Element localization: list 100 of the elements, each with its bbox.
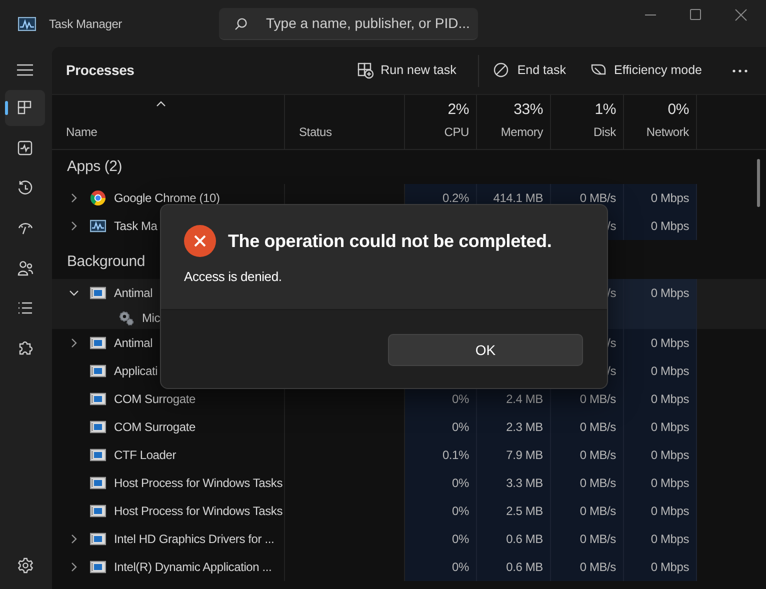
column-header[interactable]: Name <box>66 123 277 141</box>
app-window-icon <box>90 447 106 463</box>
dialog-title: The operation could not be completed. <box>228 230 552 253</box>
process-name: Mic <box>142 310 160 327</box>
window-title: Task Manager <box>49 16 123 32</box>
error-icon <box>184 225 216 257</box>
table-cell: 3.3 MB <box>477 469 551 497</box>
column-header[interactable]: Status <box>299 123 397 141</box>
column-percent: 2% <box>448 102 469 118</box>
app-window-icon <box>90 475 106 491</box>
menu-icon <box>17 64 33 76</box>
toolbar-button[interactable]: Efficiency mode <box>582 57 710 84</box>
table-cell: 0% <box>405 469 477 497</box>
puzzle-icon <box>16 340 34 356</box>
process-name: Task Ma <box>114 218 158 235</box>
search-field[interactable]: Type a name, publisher, or PID... <box>219 8 478 40</box>
app-window-icon <box>90 531 106 547</box>
table-cell: 0 MB/s <box>551 413 624 441</box>
table-cell: 0 Mbps <box>624 385 697 413</box>
section-title: Apps (2) <box>67 156 122 177</box>
column-percent: 33% <box>514 102 543 118</box>
table-cell: 0 Mbps <box>624 525 697 553</box>
process-name: CTF Loader <box>114 447 176 464</box>
table-cell: 0 Mbps <box>624 279 697 307</box>
browser-icon <box>90 190 106 206</box>
app-icon <box>18 16 36 30</box>
table-cell: 0 Mbps <box>624 357 697 385</box>
users-icon <box>16 260 34 276</box>
table-cell: 0 Mbps <box>624 184 697 212</box>
column-percent: 1% <box>594 102 616 118</box>
column-header[interactable]: CPU <box>444 123 469 141</box>
table-cell: 0.6 MB <box>477 553 551 581</box>
column-percent: 0% <box>668 102 689 118</box>
run-task-icon <box>356 62 374 79</box>
process-name: COM Surrogate <box>114 391 196 408</box>
sort-caret-icon <box>156 101 166 107</box>
app-window-icon <box>90 335 106 351</box>
maximize-icon <box>690 9 701 20</box>
chart-window-icon <box>90 218 106 234</box>
app-window-icon <box>90 285 106 301</box>
table-cell: 0 MB/s <box>551 553 624 581</box>
chevron-right-icon[interactable] <box>71 534 77 544</box>
details-list-icon <box>16 300 34 316</box>
minimize-icon <box>645 14 656 16</box>
table-cell: 2.3 MB <box>477 413 551 441</box>
table-cell: 0 Mbps <box>624 441 697 469</box>
chevron-down-icon[interactable] <box>69 290 79 296</box>
scrollbar[interactable] <box>757 159 760 207</box>
table-cell: 0.1% <box>405 441 477 469</box>
processes-icon <box>16 100 34 116</box>
chevron-right-icon[interactable] <box>71 193 77 203</box>
dialog-message: Access is denied. <box>184 268 283 286</box>
chevron-right-icon[interactable] <box>71 221 77 231</box>
table-cell: 0 MB/s <box>551 497 624 525</box>
history-icon <box>16 180 34 196</box>
process-name: Antimal <box>114 335 153 352</box>
more-icon <box>732 68 748 72</box>
process-name: Google Chrome (10) <box>114 190 220 207</box>
pulse-chart-icon <box>16 140 34 156</box>
process-name: Applicati <box>114 363 158 380</box>
process-name: Intel(R) Dynamic Application ... <box>114 559 272 576</box>
table-cell: 2.5 MB <box>477 497 551 525</box>
sidebar-item[interactable] <box>5 90 45 126</box>
table-cell: 0% <box>405 497 477 525</box>
table-cell: 0 MB/s <box>551 525 624 553</box>
process-name: Host Process for Windows Tasks <box>114 503 282 520</box>
toolbar-button[interactable]: Run new task <box>348 57 464 84</box>
chevron-right-icon[interactable] <box>71 338 77 348</box>
table-cell: 0 Mbps <box>624 553 697 581</box>
app-window-icon <box>90 503 106 519</box>
app-window-icon <box>90 363 106 379</box>
table-cell: 0 Mbps <box>624 413 697 441</box>
table-cell: 7.9 MB <box>477 441 551 469</box>
section-title: Background <box>67 252 146 272</box>
app-window-icon <box>90 419 106 435</box>
page-title: Processes <box>66 61 134 80</box>
table-cell: 0 MB/s <box>551 385 624 413</box>
settings-icon <box>16 556 34 574</box>
column-header[interactable]: Network <box>646 123 689 141</box>
table-cell: 0 MB/s <box>551 441 624 469</box>
table-cell: 0 Mbps <box>624 329 697 357</box>
chevron-right-icon[interactable] <box>71 562 77 572</box>
process-name: Intel HD Graphics Drivers for ... <box>114 531 274 548</box>
ok-button[interactable]: OK <box>388 334 583 366</box>
process-name: Host Process for Windows Tasks <box>114 475 282 492</box>
table-cell: 0 Mbps <box>624 497 697 525</box>
table-cell: 0 MB/s <box>551 469 624 497</box>
table-cell: 0 Mbps <box>624 212 697 240</box>
table-cell: 0 Mbps <box>624 469 697 497</box>
process-name: COM Surrogate <box>114 419 196 436</box>
table-cell: 0.6 MB <box>477 525 551 553</box>
toolbar-button[interactable]: End task <box>485 57 574 84</box>
column-header[interactable]: Memory <box>500 123 543 141</box>
column-header[interactable]: Disk <box>593 123 616 141</box>
table-cell: 0% <box>405 413 477 441</box>
search-icon <box>234 16 248 30</box>
end-task-icon <box>493 62 510 79</box>
app-window-icon <box>90 391 106 407</box>
close-icon <box>734 8 746 20</box>
app-window-icon <box>90 559 106 575</box>
